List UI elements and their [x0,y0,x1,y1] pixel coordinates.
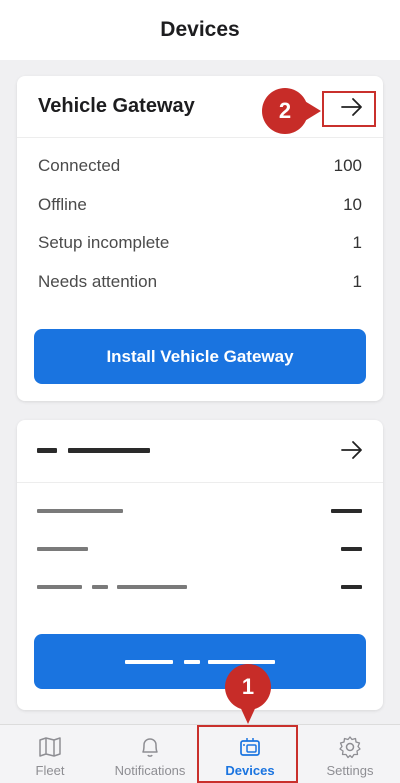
tab-label: Fleet [35,763,65,778]
placeholder-row-value [341,585,362,589]
status-row-setup-incomplete[interactable]: Setup incomplete 1 [38,233,362,272]
status-row-connected[interactable]: Connected 100 [38,156,362,195]
bell-icon [142,738,158,757]
placeholder-row-label [37,585,82,589]
placeholder-device-card [17,420,383,710]
placeholder-button-label [125,660,173,664]
placeholder-button-label [184,660,200,664]
placeholder-row-label [37,547,88,551]
status-count: 10 [343,194,362,214]
highlight-gateway-arrow [322,91,376,127]
map-icon [39,737,61,757]
page-title: Devices [160,18,240,41]
highlight-devices-tab [197,725,298,783]
status-label: Setup incomplete [38,233,170,252]
tab-fleet[interactable]: Fleet [0,725,100,783]
divider [17,482,383,483]
tab-label: Settings [326,763,374,778]
install-vehicle-gateway-button[interactable]: Install Vehicle Gateway [34,329,366,384]
open-device-arrow-button[interactable] [339,437,365,463]
status-label: Needs attention [38,271,158,291]
placeholder-row-label [117,585,187,589]
status-count: 1 [352,233,362,252]
status-row-offline[interactable]: Offline 10 [38,195,362,234]
placeholder-title-part [37,448,57,453]
app-header: Devices [0,0,400,60]
tab-settings[interactable]: Settings [300,725,400,783]
status-count: 100 [333,156,362,175]
arrow-right-icon [341,441,362,459]
card-title: Vehicle Gateway [38,95,195,117]
placeholder-row-label [92,585,108,589]
status-label: Connected [38,156,121,175]
placeholder-button-label [208,660,275,664]
placeholder-row-value [331,509,362,513]
tab-notifications[interactable]: Notifications [100,725,200,783]
placeholder-row-label [37,509,123,513]
placeholder-title-part [68,448,150,453]
gear-icon [339,736,361,759]
status-label: Offline [38,194,87,214]
step-2-badge: 2 [262,88,308,134]
placeholder-row-value [341,547,362,551]
status-count: 1 [352,271,362,291]
step-1-badge: 1 [225,664,271,710]
tab-label: Notifications [114,763,186,778]
status-list: Connected 100 Offline 10 Setup incomplet… [38,156,362,310]
placeholder-primary-button[interactable] [34,634,366,689]
status-row-needs-attention[interactable]: Needs attention 1 [38,272,362,311]
